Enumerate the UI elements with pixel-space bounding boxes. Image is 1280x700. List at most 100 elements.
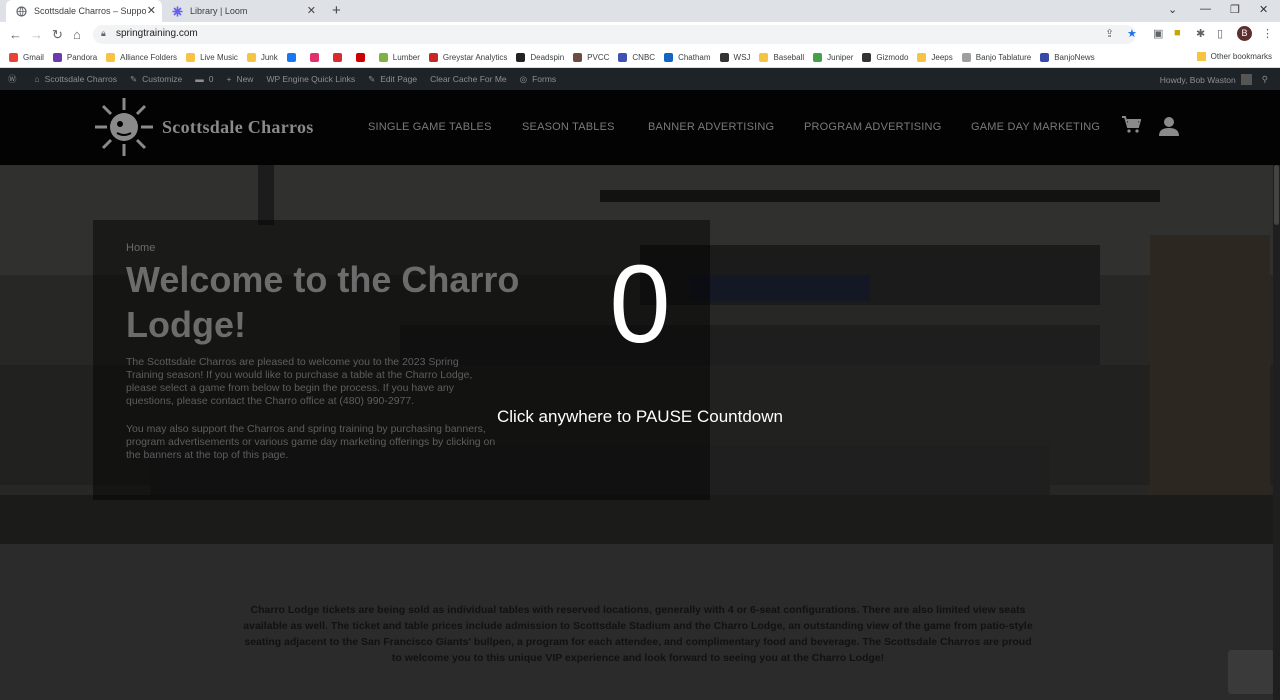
folder-icon xyxy=(1196,52,1206,61)
avatar xyxy=(1240,74,1252,85)
nav-season-tables[interactable]: SEASON TABLES xyxy=(522,121,615,133)
bookmark-icon xyxy=(719,52,729,62)
account-icon[interactable] xyxy=(1158,116,1180,142)
other-bookmarks[interactable]: Other bookmarks xyxy=(1196,52,1272,61)
forms-icon: ◎ xyxy=(519,73,528,84)
bookmark-icon xyxy=(813,52,823,62)
home-icon[interactable]: ⌂ xyxy=(73,27,81,42)
bookmark-item[interactable]: Banjo Tablature xyxy=(961,52,1032,62)
plus-icon: + xyxy=(226,74,232,84)
back-icon[interactable]: ← xyxy=(9,27,22,42)
minimize-icon[interactable]: — xyxy=(1200,3,1211,15)
close-tab-icon[interactable]: ✕ xyxy=(307,4,316,17)
wp-engine-links[interactable]: WP Engine Quick Links xyxy=(266,74,355,84)
wp-site-link[interactable]: ⌂ Scottsdale Charros xyxy=(35,74,117,84)
bookmark-item[interactable]: Junk xyxy=(246,52,278,62)
bookmark-label: WSJ xyxy=(733,52,751,62)
bookmark-item[interactable]: Juniper xyxy=(813,52,853,62)
countdown-message[interactable]: Click anywhere to PAUSE Countdown xyxy=(440,407,840,427)
bookmark-icon xyxy=(759,52,769,62)
bookmark-label: Junk xyxy=(260,52,278,62)
nav-single-game-tables[interactable]: SINGLE GAME TABLES xyxy=(368,121,492,133)
bookmark-label: BanjoNews xyxy=(1054,52,1095,62)
bookmark-item[interactable]: Pandora xyxy=(52,52,98,62)
bookmark-item[interactable]: Greystar Analytics xyxy=(428,52,508,62)
reload-icon[interactable]: ↻ xyxy=(52,27,63,43)
side-panel-icon[interactable]: ▯ xyxy=(1217,27,1223,40)
hero-paragraph-2: You may also support the Charros and spr… xyxy=(126,423,496,461)
puzzle-icon[interactable]: ✱ xyxy=(1196,27,1205,40)
scrollbar[interactable] xyxy=(1273,165,1280,700)
countdown-number[interactable]: 0 xyxy=(590,245,690,365)
search-icon[interactable]: ⚲ xyxy=(1262,74,1268,85)
bookmark-item[interactable]: Deadspin xyxy=(516,52,565,62)
recaptcha-badge[interactable] xyxy=(1228,650,1274,694)
bookmark-label: Gmail xyxy=(23,52,44,62)
bookmark-star-icon[interactable]: ★ xyxy=(1127,27,1137,40)
tab-loom-library[interactable]: Library | Loom ✕ xyxy=(162,0,322,22)
bookmark-icon xyxy=(378,52,388,62)
tab-search-icon[interactable]: ⌄ xyxy=(1168,3,1177,16)
tab-title: Scottsdale Charros – Supporting xyxy=(34,6,146,16)
wp-customize-link[interactable]: ✎ Customize xyxy=(130,74,182,85)
bookmark-item[interactable]: Gizmodo xyxy=(862,52,909,62)
wp-clear-cache-link[interactable]: Clear Cache For Me xyxy=(430,74,507,84)
bookmark-icon xyxy=(286,52,296,62)
bookmark-item[interactable] xyxy=(286,52,301,62)
bookmark-label: Deadspin xyxy=(530,52,565,62)
bookmark-item[interactable] xyxy=(332,52,347,62)
scrollbar-thumb[interactable] xyxy=(1274,165,1279,225)
bookmark-item[interactable] xyxy=(309,52,324,62)
wp-new-link[interactable]: + New xyxy=(226,74,253,84)
restore-icon[interactable]: ❐ xyxy=(1230,3,1240,16)
bookmark-label: Lumber xyxy=(392,52,420,62)
bookmark-label: Banjo Tablature xyxy=(975,52,1032,62)
extension-badge-icon[interactable]: ■ xyxy=(1174,27,1181,39)
charros-sun-icon xyxy=(95,98,153,156)
nav-game-day-marketing[interactable]: GAME DAY MARKETING xyxy=(971,121,1100,133)
bookmark-label: Pandora xyxy=(66,52,98,62)
wp-edit-page-link[interactable]: ✎ Edit Page xyxy=(368,74,417,85)
bookmark-icon xyxy=(9,52,18,62)
bookmark-label: Greystar Analytics xyxy=(442,52,508,62)
wordpress-icon[interactable]: Ⓦ xyxy=(8,73,22,85)
bookmark-item[interactable]: PVCC xyxy=(573,52,610,62)
bookmark-item[interactable]: WSJ xyxy=(719,52,751,62)
wp-forms-link[interactable]: ◎ Forms xyxy=(520,74,557,85)
bookmark-item[interactable]: Gmail xyxy=(9,52,44,62)
bookmark-icon xyxy=(862,52,872,62)
site-logo[interactable]: Scottsdale Charros xyxy=(93,96,314,158)
cart-icon[interactable] xyxy=(1121,116,1142,140)
bookmark-label: Live Music xyxy=(200,52,238,62)
bookmark-icon xyxy=(332,52,342,62)
wp-comments-link[interactable]: ▬ 0 xyxy=(195,74,213,84)
wp-account-menu[interactable]: Howdy, Bob Waston ⚲ xyxy=(1160,74,1268,85)
forward-icon[interactable]: → xyxy=(30,27,43,42)
bookmark-item[interactable]: Alliance Folders xyxy=(106,52,177,62)
nav-program-advertising[interactable]: PROGRAM ADVERTISING xyxy=(804,121,941,133)
bookmark-item[interactable]: Live Music xyxy=(186,52,238,62)
share-icon[interactable]: ⇪ xyxy=(1105,27,1114,40)
bookmark-label: Gizmodo xyxy=(876,52,909,62)
menu-icon[interactable]: ⋮ xyxy=(1262,27,1273,40)
profile-avatar[interactable]: B xyxy=(1237,26,1252,41)
bookmark-item[interactable]: Chatham xyxy=(664,52,711,62)
breadcrumb[interactable]: Home xyxy=(126,242,155,254)
nav-banner-advertising[interactable]: BANNER ADVERTISING xyxy=(648,121,774,133)
extension-icon[interactable]: ▣ xyxy=(1153,27,1163,40)
tab-title: Library | Loom xyxy=(190,6,248,16)
close-window-icon[interactable]: ✕ xyxy=(1259,3,1268,16)
lock-icon: 🔒︎ xyxy=(101,28,106,38)
bookmark-item[interactable]: BanjoNews xyxy=(1040,52,1095,62)
bookmark-item[interactable]: Lumber xyxy=(378,52,420,62)
bookmark-item[interactable] xyxy=(355,52,370,62)
bookmark-item[interactable]: CNBC xyxy=(618,52,655,62)
bookmark-item[interactable]: Jeeps xyxy=(917,52,953,62)
bookmark-label: Jeeps xyxy=(931,52,953,62)
new-tab-icon[interactable]: + xyxy=(332,2,341,19)
omnibox[interactable]: 🔒︎ springtraining.com xyxy=(93,25,1136,44)
tab-scottsdale-charros[interactable]: Scottsdale Charros – Supporting ✕ xyxy=(6,0,162,22)
close-tab-icon[interactable]: ✕ xyxy=(147,4,156,17)
bookmark-label: PVCC xyxy=(587,52,610,62)
bookmark-item[interactable]: Baseball xyxy=(759,52,804,62)
